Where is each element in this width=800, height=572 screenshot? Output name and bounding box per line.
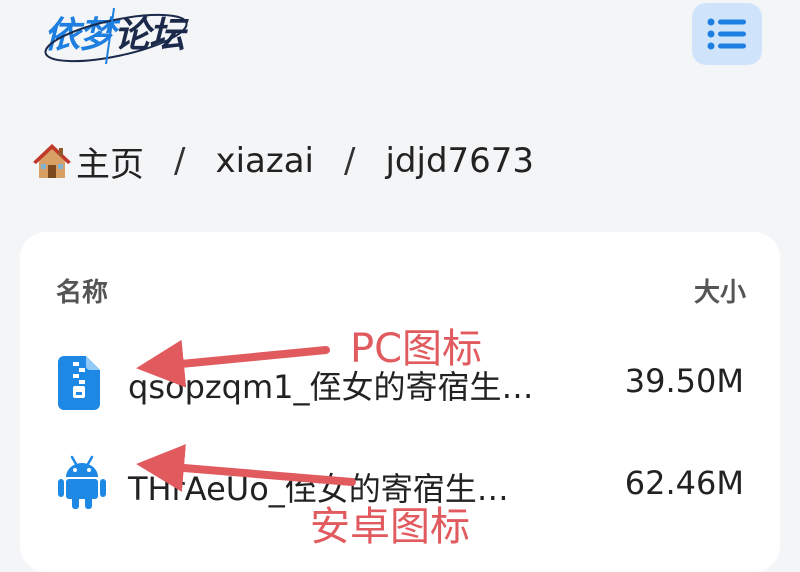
breadcrumb-separator: / <box>174 141 186 181</box>
breadcrumb-xiazai-link[interactable]: xiazai <box>215 141 314 181</box>
annotation-android-label: 安卓图标 <box>310 504 470 550</box>
breadcrumb-current: jdjd7673 <box>385 141 535 181</box>
house-emoji-icon <box>32 141 72 181</box>
breadcrumb-home-link[interactable]: 主页 <box>76 137 144 186</box>
breadcrumb: 主页 / xiazai / jdjd7673 <box>32 136 534 186</box>
zip-file-icon[interactable] <box>58 356 100 414</box>
file-name-link[interactable]: qsopzqm1_侄女的寄宿生… <box>128 362 568 408</box>
column-header-name[interactable]: 名称 <box>56 272 108 309</box>
column-header-size[interactable]: 大小 <box>694 272 746 309</box>
android-icon[interactable] <box>58 455 106 513</box>
annotation-pc-label: PC图标 <box>350 326 483 372</box>
list-menu-icon <box>707 18 746 50</box>
logo-orbit-icon <box>44 7 188 65</box>
breadcrumb-separator: / <box>344 141 356 181</box>
menu-button[interactable] <box>692 3 762 65</box>
file-size: 39.50M <box>624 362 744 400</box>
file-size: 62.46M <box>624 464 744 502</box>
site-logo[interactable]: 依梦论坛 <box>44 7 188 65</box>
